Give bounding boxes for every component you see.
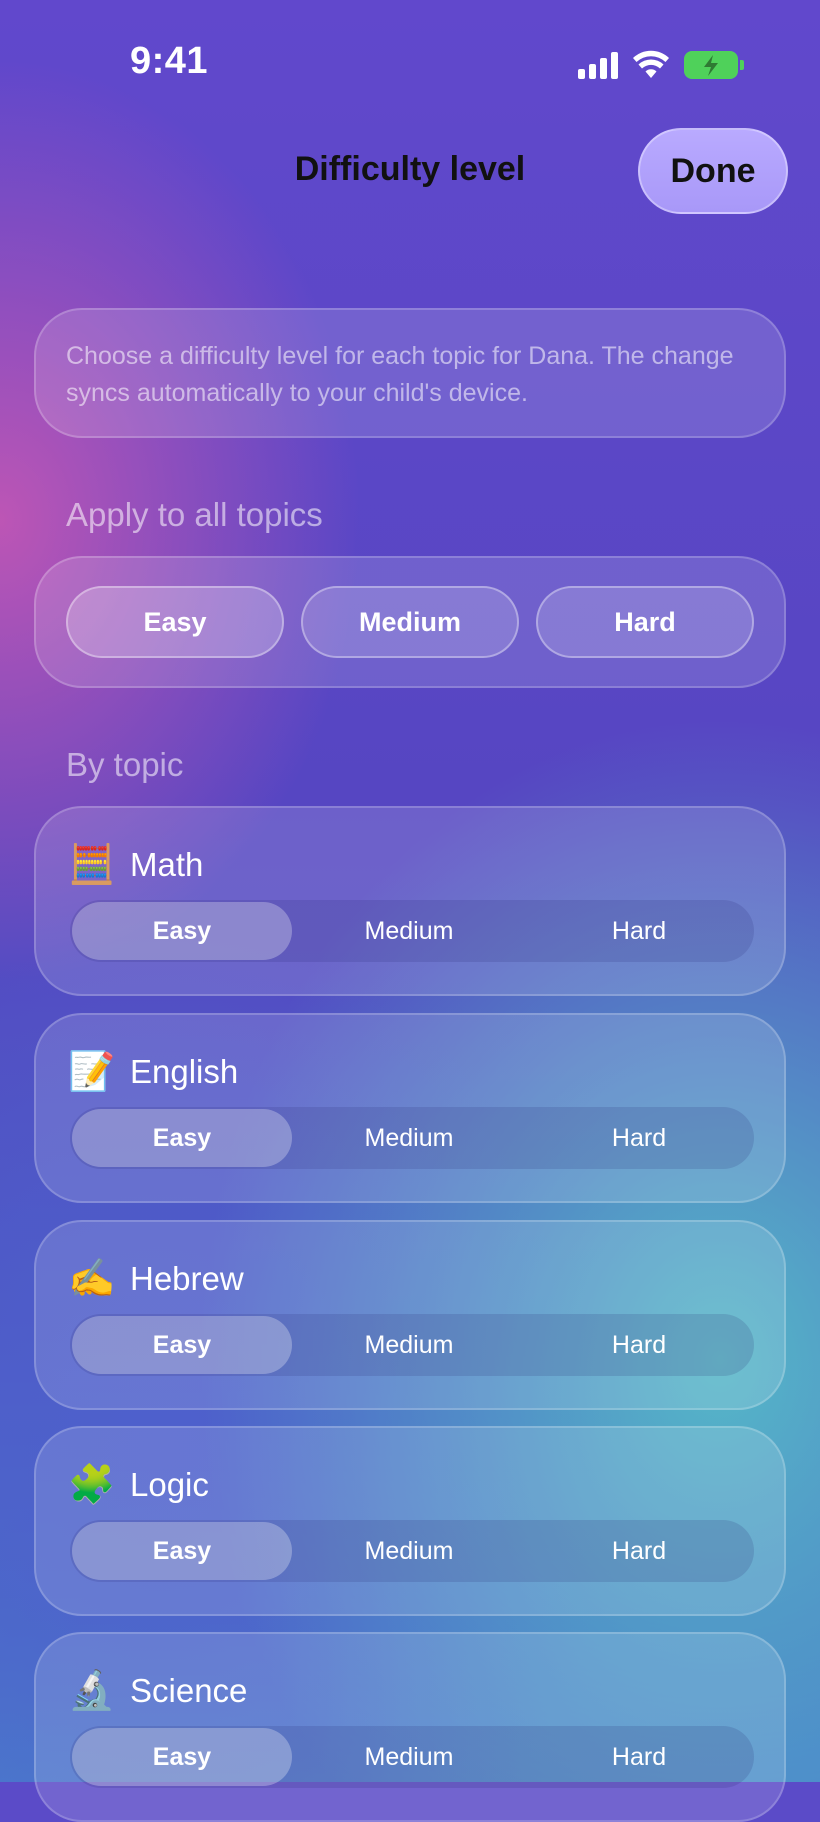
- difficulty-selector-math: Easy Medium Hard: [70, 900, 754, 962]
- microscope-icon: 🔬: [68, 1668, 116, 1712]
- segment-hard[interactable]: Hard: [524, 900, 754, 962]
- topic-card-english: 📝 English Easy Medium Hard: [34, 1013, 786, 1203]
- difficulty-selector-hebrew: Easy Medium Hard: [70, 1314, 754, 1376]
- topic-name: English: [130, 1052, 239, 1090]
- topic-name: Logic: [130, 1465, 209, 1503]
- segment-medium[interactable]: Medium: [294, 1107, 524, 1169]
- segment-hard[interactable]: Hard: [524, 1314, 754, 1376]
- topic-card-science: 🔬 Science Easy Medium Hard: [34, 1632, 786, 1822]
- info-card: Choose a difficulty level for each topic…: [34, 308, 786, 438]
- segment-medium[interactable]: Medium: [294, 1314, 524, 1376]
- done-button[interactable]: Done: [638, 128, 788, 214]
- topic-header: 🔬 Science: [68, 1668, 247, 1713]
- topic-card-hebrew: ✍️ Hebrew Easy Medium Hard: [34, 1220, 786, 1410]
- topic-header: 🧩 Logic: [68, 1462, 209, 1507]
- segment-easy[interactable]: Easy: [72, 1109, 292, 1167]
- segment-hard[interactable]: Hard: [524, 1107, 754, 1169]
- by-topic-label: By topic: [66, 746, 184, 783]
- topic-header: ✍️ Hebrew: [68, 1256, 244, 1301]
- wifi-icon: [633, 50, 669, 78]
- topic-header: 🧮 Math: [68, 842, 203, 887]
- topic-name: Math: [130, 845, 204, 883]
- difficulty-selector-english: Easy Medium Hard: [70, 1107, 754, 1169]
- difficulty-selector-science: Easy Medium Hard: [70, 1726, 754, 1788]
- segment-easy[interactable]: Easy: [72, 902, 292, 960]
- topic-name: Science: [130, 1671, 248, 1709]
- apply-all-easy-button[interactable]: Easy: [66, 586, 284, 658]
- segment-hard[interactable]: Hard: [524, 1520, 754, 1582]
- segment-medium[interactable]: Medium: [294, 1726, 524, 1788]
- topic-header: 📝 English: [68, 1049, 238, 1094]
- cellular-signal-icon: [578, 51, 618, 79]
- apply-all-card: Easy Medium Hard: [34, 556, 786, 688]
- writing-hand-icon: ✍️: [68, 1256, 116, 1300]
- topic-name: Hebrew: [130, 1259, 244, 1297]
- segment-easy[interactable]: Easy: [72, 1316, 292, 1374]
- apply-all-medium-button[interactable]: Medium: [301, 586, 519, 658]
- topic-card-logic: 🧩 Logic Easy Medium Hard: [34, 1426, 786, 1616]
- puzzle-piece-icon: 🧩: [68, 1462, 116, 1506]
- status-icons: [578, 50, 744, 80]
- status-bar: 9:41: [0, 0, 820, 130]
- difficulty-selector-logic: Easy Medium Hard: [70, 1520, 754, 1582]
- memo-icon: 📝: [68, 1049, 116, 1093]
- apply-all-hard-button[interactable]: Hard: [536, 586, 754, 658]
- apply-all-label: Apply to all topics: [66, 496, 323, 533]
- status-time: 9:41: [130, 40, 209, 82]
- segment-medium[interactable]: Medium: [294, 900, 524, 962]
- abacus-icon: 🧮: [68, 842, 116, 886]
- difficulty-screen: 9:41 Difficulty level Done Choose a diff…: [0, 0, 820, 1822]
- segment-easy[interactable]: Easy: [72, 1728, 292, 1786]
- topic-card-math: 🧮 Math Easy Medium Hard: [34, 806, 786, 996]
- info-text: Choose a difficulty level for each topic…: [66, 342, 734, 407]
- segment-medium[interactable]: Medium: [294, 1520, 524, 1582]
- segment-hard[interactable]: Hard: [524, 1726, 754, 1788]
- segment-easy[interactable]: Easy: [72, 1522, 292, 1580]
- battery-charging-icon: [684, 51, 744, 79]
